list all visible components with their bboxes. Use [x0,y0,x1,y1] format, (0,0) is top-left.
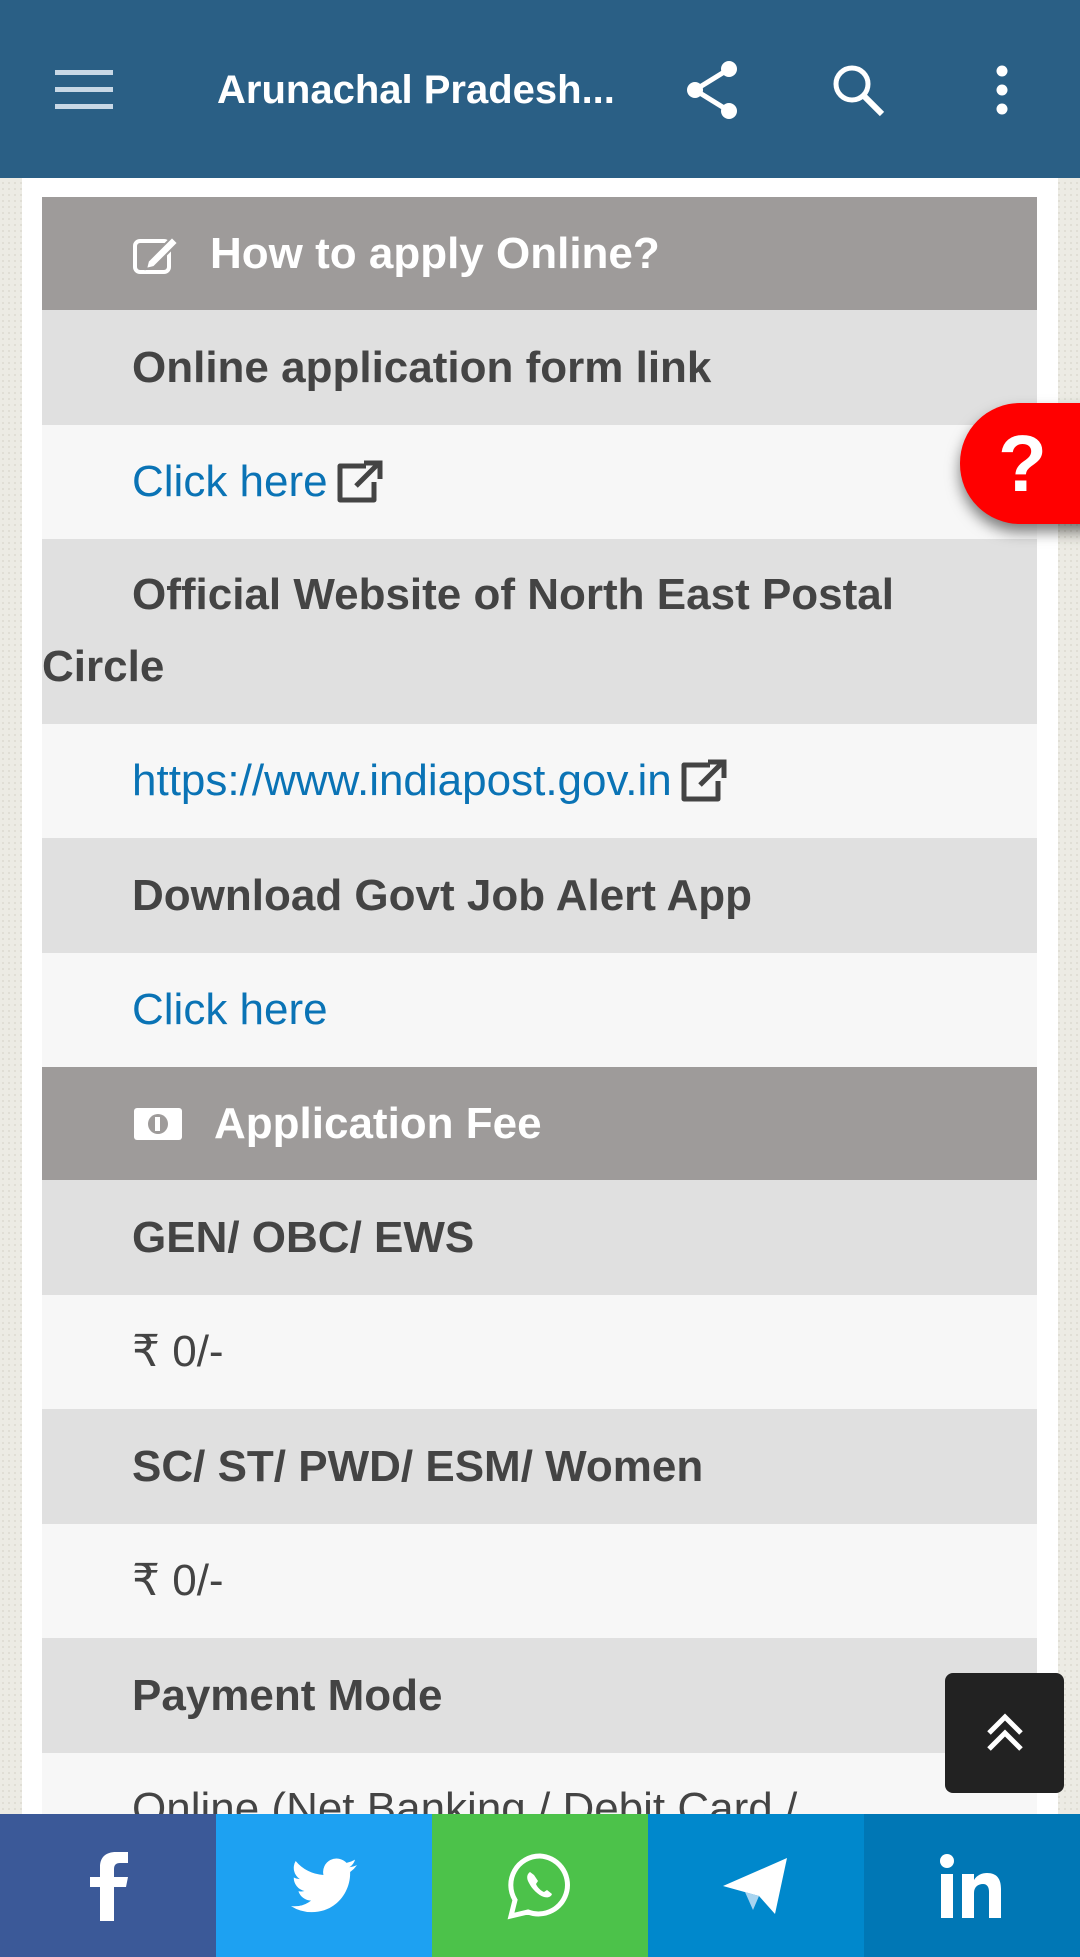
linkedin-icon [940,1853,1001,1918]
external-link-icon [681,759,727,802]
share-bar [0,1814,1080,1957]
money-icon [134,1107,182,1140]
label-text: Payment Mode [132,1670,443,1720]
facebook-icon [90,1851,128,1921]
details-table: How to apply Online? Online application … [42,197,1037,1867]
row-label: GEN/ OBC/ EWS [42,1180,1037,1295]
row-label: Official Website of North East Postal Ci… [42,539,1037,724]
facebook-share-button[interactable] [0,1814,216,1957]
label-text: Download Govt Job Alert App [132,870,753,920]
section-heading-fee: Application Fee [42,1067,1037,1180]
twitter-share-button[interactable] [216,1814,432,1957]
help-label: ? [998,418,1047,508]
row-value: ₹ 0/- [42,1524,1037,1638]
label-text: SC/ ST/ PWD/ ESM/ Women [132,1441,704,1491]
scroll-to-top-button[interactable] [945,1673,1064,1793]
row-value: Click here [42,425,1037,539]
whatsapp-share-button[interactable] [432,1814,648,1957]
section-title: Application Fee [214,1098,542,1148]
section-heading-apply: How to apply Online? [42,197,1037,310]
app-bar: Arunachal Pradesh... [0,0,1080,178]
row-label: Online application form link [42,310,1037,425]
row-value: Click here [42,953,1037,1067]
search-icon[interactable] [828,60,888,120]
edit-icon [133,235,180,274]
telegram-icon [723,1857,787,1914]
section-title: How to apply Online? [210,228,660,278]
double-chevron-up-icon [986,1713,1023,1751]
form-link[interactable]: Click here [132,446,328,518]
app-link[interactable]: Click here [132,974,328,1046]
menu-icon[interactable] [54,60,114,120]
more-vert-icon[interactable] [972,60,1032,120]
page-title: Arunachal Pradesh... [217,68,615,112]
twitter-icon [291,1857,357,1912]
row-value: ₹ 0/- [42,1295,1037,1409]
help-button[interactable]: ? [960,403,1080,524]
linkedin-share-button[interactable] [864,1814,1080,1957]
label-text: GEN/ OBC/ EWS [132,1212,475,1262]
value-text: ₹ 0/- [132,1327,224,1376]
value-text: ₹ 0/- [132,1556,224,1605]
website-link[interactable]: https://www.indiapost.gov.in [132,745,672,817]
share-icon[interactable] [683,60,743,120]
telegram-share-button[interactable] [648,1814,864,1957]
label-text: Official Website of North East Postal Ci… [42,570,894,691]
row-label: SC/ ST/ PWD/ ESM/ Women [42,1409,1037,1524]
row-label: Download Govt Job Alert App [42,838,1037,953]
row-value: https://www.indiapost.gov.in [42,724,1037,838]
whatsapp-icon [507,1852,570,1919]
external-link-icon [337,460,383,503]
label-text: Online application form link [132,342,712,392]
row-label: Payment Mode [42,1638,1037,1753]
